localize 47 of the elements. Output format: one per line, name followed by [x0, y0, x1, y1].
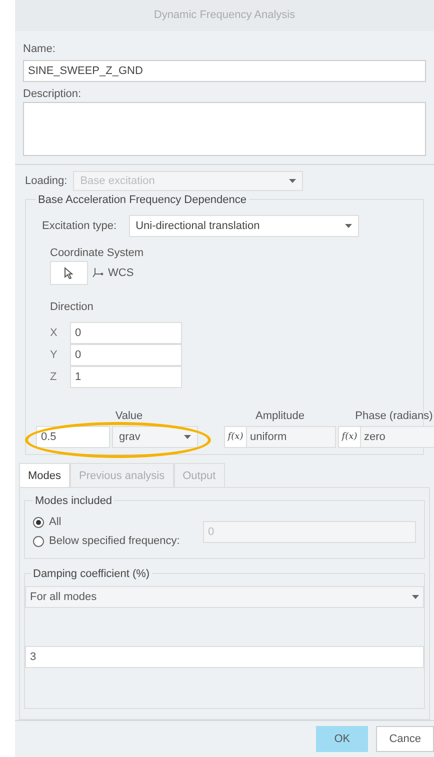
radio-option[interactable]: Below specified frequency: — [33, 533, 180, 550]
dropdown-caret-icon — [184, 435, 191, 440]
tab[interactable]: Modes — [19, 463, 70, 488]
column-label: Value — [115, 408, 143, 424]
axis-label: Y — [50, 348, 58, 363]
group-title: Damping coefficient (%) — [31, 568, 152, 580]
axis-label: X — [50, 326, 58, 341]
column-label: Amplitude — [256, 408, 304, 424]
cancel-button[interactable]: Cance — [376, 726, 434, 752]
function-button[interactable]: f(x) — [339, 427, 361, 448]
description-field[interactable] — [23, 102, 426, 156]
dropdown-caret-icon — [412, 595, 419, 600]
coordinate-system-icon — [92, 267, 104, 280]
window-title: Dynamic Frequency Analysis — [15, 0, 434, 32]
column-label: Phase (radians) — [355, 408, 433, 424]
function-button[interactable]: f(x) — [225, 427, 247, 448]
radio-icon[interactable] — [33, 516, 44, 528]
coordinate-system-name: WCS — [108, 266, 134, 282]
direction-field[interactable]: 0 — [70, 344, 182, 366]
field-label: Excitation type: — [42, 218, 117, 234]
field-label: Description: — [23, 86, 82, 102]
unit-dropdown[interactable]: grav — [112, 426, 198, 448]
direction-field[interactable]: 0 — [70, 322, 182, 344]
dropdown-caret-icon — [289, 179, 296, 184]
name-field[interactable]: SINE_SWEEP_Z_GND — [23, 60, 426, 82]
function-field[interactable]: f(x) zero — [338, 426, 434, 448]
direction-field[interactable]: 1 — [70, 366, 182, 388]
group-title: Base Acceleration Frequency Dependence — [36, 194, 249, 206]
field-label: Loading: — [25, 174, 68, 190]
value-field[interactable]: 0.5 — [36, 426, 110, 448]
dropdown-caret-icon — [344, 224, 352, 228]
cursor-arrow-icon — [64, 267, 74, 280]
damping-value-field[interactable]: 3 — [25, 646, 424, 668]
field-label: Name: — [23, 42, 56, 58]
axis-label: Z — [50, 370, 58, 385]
field-label: Coordinate System — [50, 246, 144, 261]
select-button[interactable] — [50, 261, 88, 286]
damping-mode-dropdown[interactable]: For all modes — [25, 586, 424, 608]
field-label: Direction — [50, 300, 94, 316]
group-title: Modes included — [33, 495, 114, 508]
radio-icon[interactable] — [33, 536, 44, 548]
function-value: uniform — [249, 430, 288, 446]
function-field[interactable]: f(x) uniform — [224, 426, 336, 448]
radio-option[interactable]: All — [33, 514, 62, 530]
ok-button[interactable]: OK — [316, 726, 368, 752]
excitation-type-dropdown[interactable]: Uni-directional translation — [128, 214, 359, 237]
function-value: zero — [363, 430, 386, 446]
